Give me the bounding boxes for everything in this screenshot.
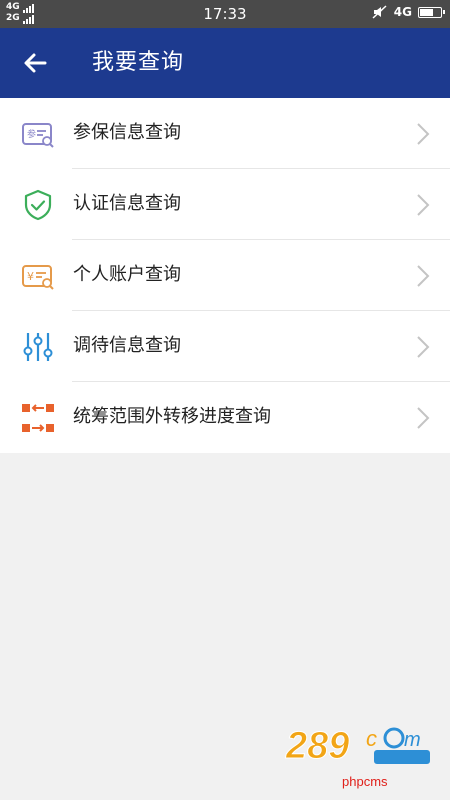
chevron-right-icon (417, 123, 430, 145)
watermark-caption: phpcms (342, 774, 388, 789)
battery-icon (418, 6, 445, 18)
svg-text:c: c (366, 726, 377, 751)
watermark-logo: 289 c m (285, 725, 430, 768)
page-title: 我要查询 (92, 50, 185, 75)
menu-item-account-query[interactable]: ¥ 个人账户查询 (0, 240, 450, 311)
status-right: 4G (372, 5, 445, 19)
menu-item-insurance-query[interactable]: 参 参保信息查询 (0, 98, 450, 169)
menu-item-label: 个人账户查询 (73, 264, 181, 285)
menu-item-label: 认证信息查询 (73, 193, 181, 214)
status-bar: 4G 2G 17:33 4G (0, 0, 450, 28)
menu-item-label: 调待信息查询 (73, 335, 181, 356)
arrow-left-icon (24, 53, 47, 73)
insurance-card-search-icon: 参 (22, 123, 54, 148)
chevron-right-icon (417, 407, 430, 429)
menu-item-auth-query[interactable]: 认证信息查询 (0, 169, 450, 240)
svg-text:m: m (404, 729, 421, 751)
chevron-right-icon (417, 336, 430, 358)
yuan-card-search-icon: ¥ (22, 265, 54, 290)
query-menu: 参 参保信息查询 认证信息查询 ¥ 个人账户查询 调待信息查询 统筹范围外转移进… (0, 98, 450, 453)
back-button[interactable] (20, 48, 50, 78)
menu-item-label: 参保信息查询 (73, 122, 181, 143)
transfer-arrows-icon (22, 404, 54, 432)
mute-icon (372, 5, 387, 19)
menu-item-label: 统筹范围外转移进度查询 (73, 406, 271, 427)
sliders-icon (23, 333, 53, 361)
svg-text:参: 参 (27, 128, 36, 140)
chevron-right-icon (417, 194, 430, 216)
menu-item-transfer-query[interactable]: 统筹范围外转移进度查询 (0, 382, 450, 453)
menu-item-benefit-query[interactable]: 调待信息查询 (0, 311, 450, 382)
chevron-right-icon (417, 265, 430, 287)
svg-text:289: 289 (285, 725, 349, 767)
network-label-right: 4G (393, 5, 412, 19)
shield-check-icon (24, 189, 52, 221)
svg-text:¥: ¥ (27, 270, 34, 283)
app-header: 我要查询 (0, 28, 450, 98)
